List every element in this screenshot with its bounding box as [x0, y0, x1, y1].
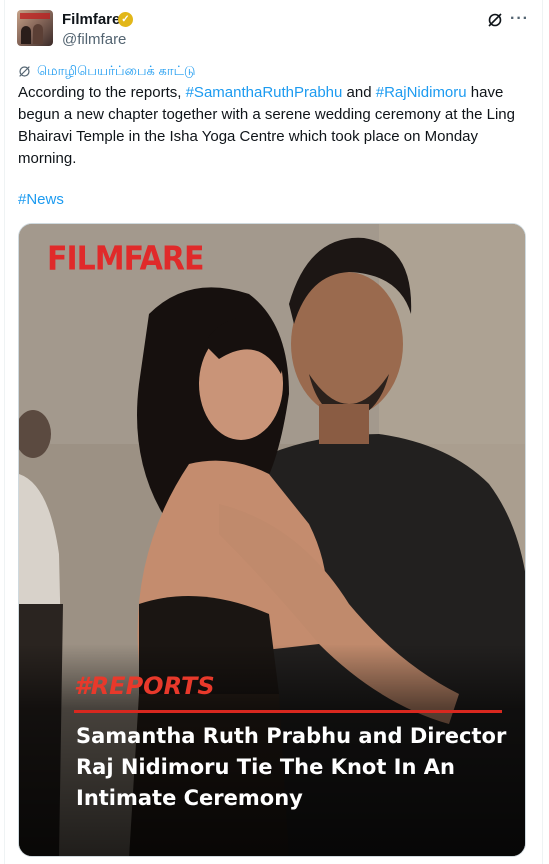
headline-divider	[74, 710, 502, 713]
hashtag-link-raj[interactable]: #RajNidimoru	[376, 84, 467, 101]
author-avatar[interactable]	[17, 10, 53, 46]
author-handle[interactable]: @filmfare	[62, 31, 126, 48]
filmfare-logo: FILMFARE	[47, 240, 204, 279]
hashtag-link-samantha[interactable]: #SamanthaRuthPrabhu	[186, 84, 343, 101]
grok-icon[interactable]	[487, 12, 503, 28]
media-headline: Samantha Ruth Prabhu and Director Raj Ni…	[76, 724, 507, 810]
more-options-icon[interactable]: ···	[510, 10, 529, 28]
tweet-text: According to the reports, #SamanthaRuthP…	[18, 82, 523, 170]
reports-tag: #REPORTS	[74, 672, 215, 700]
tweet-text-middle: and	[342, 84, 376, 101]
tweet-text-prefix: According to the reports,	[18, 84, 186, 101]
tweet-media-image[interactable]: FILMFARE #REPORTS Samantha Ruth Prabhu a…	[18, 223, 526, 857]
verified-badge-icon[interactable]: ✓	[118, 12, 133, 27]
translate-link[interactable]: மொழிபெயர்ப்பைக் காட்டு	[18, 62, 196, 80]
translate-icon	[19, 65, 30, 77]
hashtag-link-news[interactable]: #News	[18, 191, 64, 208]
translate-label: மொழிபெயர்ப்பைக் காட்டு	[37, 62, 196, 78]
author-name[interactable]: Filmfare	[62, 11, 120, 28]
